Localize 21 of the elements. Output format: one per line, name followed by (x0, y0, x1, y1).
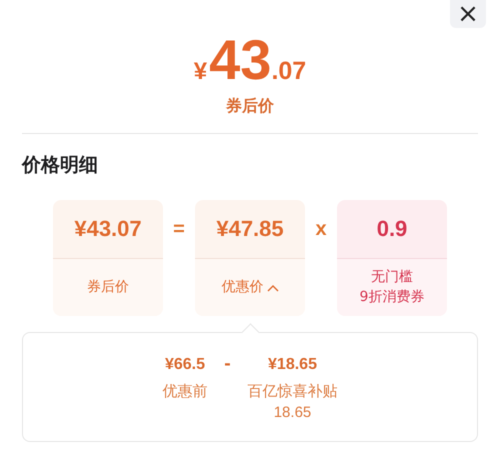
amount-note: 18.65 (274, 403, 312, 423)
operator-sign: - (223, 353, 232, 375)
amount-value: ¥18.65 (268, 355, 317, 375)
amount-value: ¥66.5 (164, 355, 206, 375)
price-label: 优惠价 (222, 278, 264, 297)
section-title: 价格明细 (22, 153, 99, 178)
price-label: 券后价 (87, 278, 129, 297)
discount-value: 0.9 (337, 200, 447, 259)
amount-label: 百亿惊喜补贴 (248, 381, 338, 402)
amount-label: 优惠前 (162, 381, 208, 402)
price-decimal: .07 (271, 59, 306, 84)
operator-sign: = (172, 217, 186, 242)
price-value: ¥47.85 (195, 200, 305, 259)
chevron-up-icon[interactable] (266, 284, 278, 292)
currency-sign: ¥ (194, 60, 208, 84)
price-label: 券后价 (226, 96, 274, 117)
operator-sign: x (314, 217, 328, 242)
price-value: ¥43.07 (53, 200, 163, 259)
coupon-label: 无门槛 9折消费券 (360, 268, 424, 306)
close-button[interactable]: × (450, 0, 486, 28)
price-integer: 43 (209, 32, 272, 88)
